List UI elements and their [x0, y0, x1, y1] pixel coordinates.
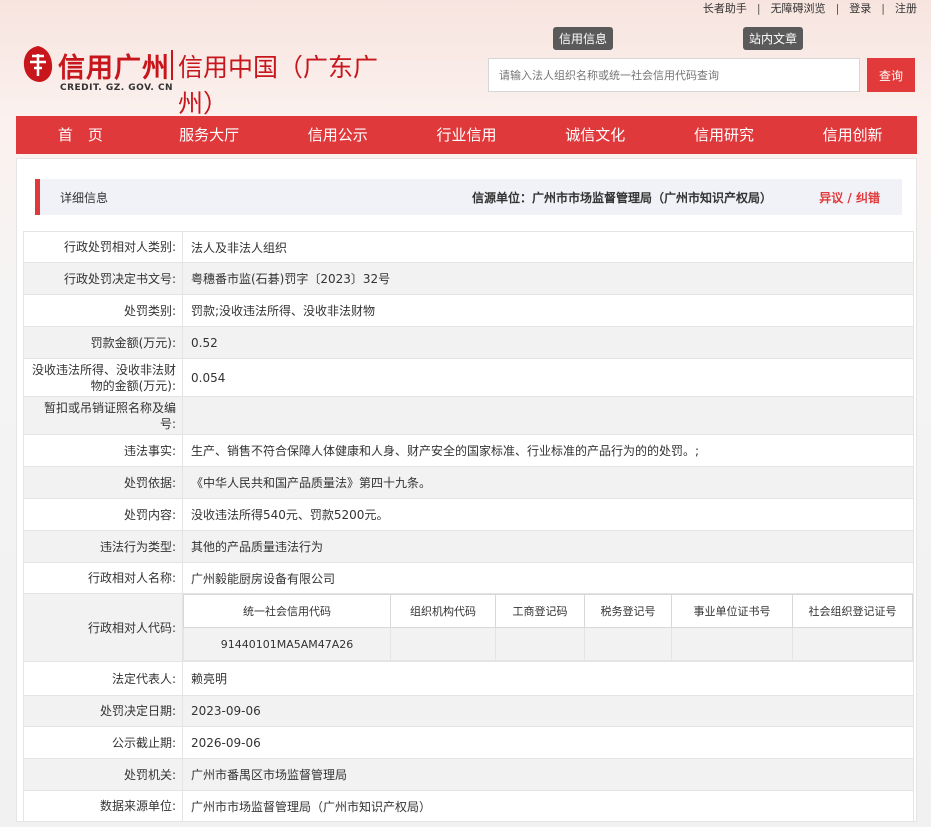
- logo-divider: [171, 50, 173, 80]
- row-label: 处罚机关:: [23, 758, 183, 791]
- codes-header: 工商登记码: [495, 594, 585, 628]
- codes-value: [792, 627, 913, 661]
- table-row: 没收违法所得、没收非法财物的金额(万元): 0.054: [23, 358, 914, 397]
- detail-table: 行政处罚相对人类别: 法人及非法人组织 行政处罚决定书文号: 粤穗番市监(石碁)…: [23, 231, 914, 822]
- table-row: 公示截止期: 2026-09-06: [23, 726, 914, 759]
- row-label: 处罚类别:: [23, 294, 183, 327]
- top-links: 长者助手 | 无障碍浏览 | 登录 | 注册: [702, 0, 917, 16]
- codes-value: [671, 627, 793, 661]
- codes-header: 税务登记号: [584, 594, 672, 628]
- search-button[interactable]: 查询: [867, 58, 915, 92]
- row-label: 处罚内容:: [23, 498, 183, 531]
- elder-helper-link[interactable]: 长者助手: [703, 0, 747, 16]
- logo-title: 信用广州: [58, 53, 170, 84]
- search-input[interactable]: [488, 58, 860, 92]
- row-label: 暂扣或吊销证照名称及编号:: [23, 396, 183, 435]
- table-row: 违法事实: 生产、销售不符合保障人体健康和人身、财产安全的国家标准、行业标准的产…: [23, 434, 914, 467]
- dispute-correction-link[interactable]: 异议 / 纠错: [819, 189, 880, 206]
- row-label: 行政处罚相对人类别:: [23, 231, 183, 263]
- table-row: 行政处罚决定书文号: 粤穗番市监(石碁)罚字〔2023〕32号: [23, 262, 914, 295]
- row-value: 0.52: [182, 326, 914, 359]
- register-link[interactable]: 注册: [895, 0, 917, 16]
- row-value: 广州市番禺区市场监督管理局: [182, 758, 914, 791]
- row-label: 没收违法所得、没收非法财物的金额(万元):: [23, 358, 183, 397]
- row-value: 粤穗番市监(石碁)罚字〔2023〕32号: [182, 262, 914, 295]
- row-label: 行政相对人名称:: [23, 562, 183, 594]
- table-row: 违法行为类型: 其他的产品质量违法行为: [23, 530, 914, 563]
- table-row: 数据来源单位: 广州市市场监督管理局（广州市知识产权局）: [23, 790, 914, 822]
- nav-item-home[interactable]: 首 页: [16, 116, 145, 154]
- detail-title: 详细信息: [60, 191, 109, 205]
- row-label: 法定代表人:: [23, 661, 183, 696]
- row-label: 处罚依据:: [23, 466, 183, 499]
- row-label: 处罚决定日期:: [23, 695, 183, 727]
- codes-value: [390, 627, 496, 661]
- codes-table: 统一社会信用代码 组织机构代码 工商登记码 税务登记号 事业单位证书号 社会组织…: [183, 594, 913, 661]
- codes-value-row: 91440101MA5AM47A26: [183, 627, 913, 661]
- table-row: 处罚内容: 没收违法所得540元、罚款5200元。: [23, 498, 914, 531]
- table-row: 处罚决定日期: 2023-09-06: [23, 695, 914, 727]
- codes-header: 统一社会信用代码: [183, 594, 391, 628]
- site-logo[interactable]: 信用广州 信用中国（广东广州） CREDIT. GZ. GOV. CN: [20, 40, 400, 118]
- table-row: 暂扣或吊销证照名称及编号:: [23, 396, 914, 435]
- codes-value: [495, 627, 585, 661]
- row-label: 公示截止期:: [23, 726, 183, 759]
- codes-header: 组织机构代码: [390, 594, 496, 628]
- source-unit: 信源单位：广州市市场监督管理局（广州市知识产权局）: [471, 191, 772, 205]
- codes-value: 91440101MA5AM47A26: [183, 627, 391, 661]
- tab-credit-info[interactable]: 信用信息: [553, 27, 614, 50]
- nav-item-credit-innovation[interactable]: 信用创新: [788, 116, 917, 154]
- row-value: 0.054: [182, 358, 914, 397]
- row-value: 赖亮明: [182, 661, 914, 696]
- row-value: 2023-09-06: [182, 695, 914, 727]
- codes-header: 事业单位证书号: [671, 594, 793, 628]
- accessibility-link[interactable]: 无障碍浏览: [771, 0, 826, 16]
- logo-subtitle: 信用中国（广东广州）: [178, 53, 379, 118]
- row-label: 行政处罚决定书文号:: [23, 262, 183, 295]
- table-row: 法定代表人: 赖亮明: [23, 661, 914, 696]
- row-label: 行政相对人代码:: [23, 593, 183, 662]
- row-value: 其他的产品质量违法行为: [182, 530, 914, 563]
- row-value: 法人及非法人组织: [182, 231, 914, 263]
- row-value: [182, 396, 914, 435]
- table-row: 行政处罚相对人类别: 法人及非法人组织: [23, 231, 914, 263]
- row-label: 违法行为类型:: [23, 530, 183, 563]
- codes-header-row: 统一社会信用代码 组织机构代码 工商登记码 税务登记号 事业单位证书号 社会组织…: [183, 594, 913, 628]
- codes-header: 社会组织登记证号: [792, 594, 913, 628]
- search-tabs: 信用信息 站内文章: [553, 27, 804, 50]
- row-value: 广州市市场监督管理局（广州市知识产权局）: [182, 790, 914, 822]
- row-value: 没收违法所得540元、罚款5200元。: [182, 498, 914, 531]
- nav-item-integrity-culture[interactable]: 诚信文化: [531, 116, 660, 154]
- row-label: 罚款金额(万元):: [23, 326, 183, 359]
- nav-item-credit-publicity[interactable]: 信用公示: [273, 116, 402, 154]
- nav-item-credit-research[interactable]: 信用研究: [660, 116, 789, 154]
- table-row: 处罚机关: 广州市番禺区市场监督管理局: [23, 758, 914, 791]
- login-link[interactable]: 登录: [849, 0, 871, 16]
- credit-seal-icon: [23, 46, 53, 82]
- codes-value: [584, 627, 672, 661]
- logo-domain: CREDIT. GZ. GOV. CN: [60, 83, 174, 93]
- main-nav: 首 页 服务大厅 信用公示 行业信用 诚信文化 信用研究 信用创新: [16, 116, 917, 154]
- row-value: 生产、销售不符合保障人体健康和人身、财产安全的国家标准、行业标准的产品行为的的处…: [182, 434, 914, 467]
- tab-site-articles[interactable]: 站内文章: [743, 27, 804, 50]
- table-row: 处罚依据: 《中华人民共和国产品质量法》第四十九条。: [23, 466, 914, 499]
- nav-item-service-hall[interactable]: 服务大厅: [145, 116, 274, 154]
- table-row: 行政相对人名称: 广州毅能厨房设备有限公司: [23, 562, 914, 594]
- table-row: 处罚类别: 罚款;没收违法所得、没收非法财物: [23, 294, 914, 327]
- table-row: 行政相对人代码: 统一社会信用代码 组织机构代码 工商登记码 税务登记号 事业单…: [23, 593, 914, 662]
- detail-panel: 详细信息 信源单位：广州市市场监督管理局（广州市知识产权局） 异议 / 纠错 行…: [16, 158, 917, 822]
- nav-item-industry-credit[interactable]: 行业信用: [402, 116, 531, 154]
- detail-header: 详细信息 信源单位：广州市市场监督管理局（广州市知识产权局） 异议 / 纠错: [35, 179, 902, 215]
- table-row: 罚款金额(万元): 0.52: [23, 326, 914, 359]
- row-label: 数据来源单位:: [23, 790, 183, 822]
- row-label: 违法事实:: [23, 434, 183, 467]
- codes-cell: 统一社会信用代码 组织机构代码 工商登记码 税务登记号 事业单位证书号 社会组织…: [182, 593, 914, 662]
- row-value: 罚款;没收违法所得、没收非法财物: [182, 294, 914, 327]
- row-value: 广州毅能厨房设备有限公司: [182, 562, 914, 594]
- row-value: 《中华人民共和国产品质量法》第四十九条。: [182, 466, 914, 499]
- row-value: 2026-09-06: [182, 726, 914, 759]
